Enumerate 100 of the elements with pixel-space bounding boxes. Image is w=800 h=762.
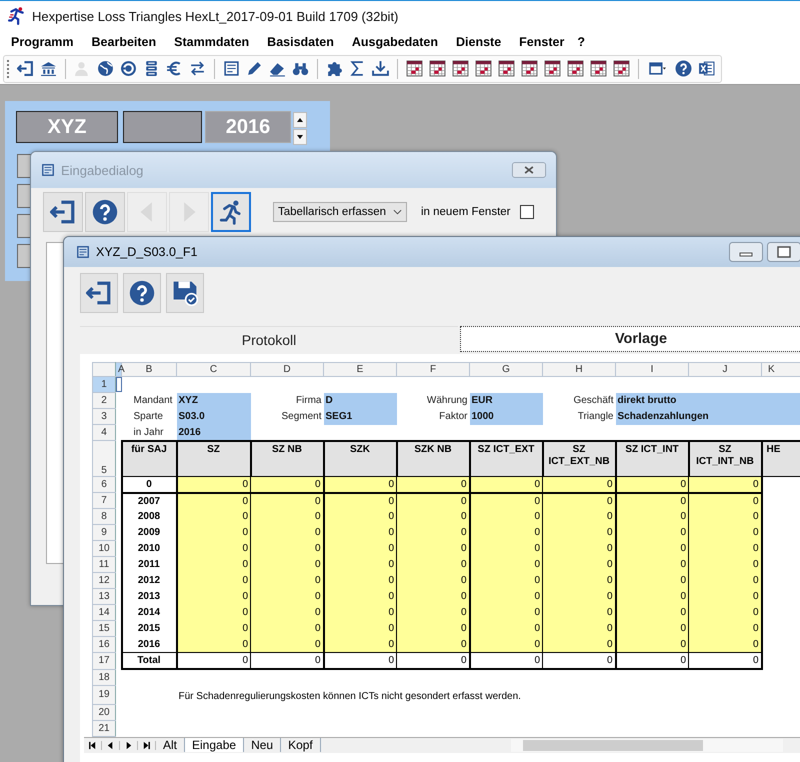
table-cell[interactable]: 0 — [176, 572, 250, 588]
table-cell[interactable]: 0 — [470, 476, 542, 492]
menu-item[interactable]: Fenster — [510, 35, 574, 49]
menu-item[interactable]: Programm — [2, 35, 83, 49]
table-cell[interactable]: 0 — [176, 604, 250, 620]
grid-icon[interactable] — [521, 60, 538, 77]
table-cell[interactable]: 0 — [324, 476, 396, 492]
row-number[interactable]: 7 — [92, 492, 116, 508]
column-header[interactable]: G — [470, 362, 542, 376]
row-number[interactable]: 4 — [92, 424, 116, 440]
sigma-icon[interactable] — [349, 60, 366, 77]
table-cell[interactable]: 0 — [396, 476, 470, 492]
help-icon[interactable] — [675, 60, 692, 77]
close-button[interactable] — [512, 161, 546, 179]
table-cell[interactable]: 0 — [250, 572, 324, 588]
table-cell[interactable]: 0 — [542, 604, 616, 620]
row-number[interactable]: 3 — [92, 408, 116, 424]
table-cell[interactable]: 0 — [616, 620, 688, 636]
puzzle-icon[interactable] — [326, 60, 343, 77]
sheet-tab[interactable]: Neu — [244, 738, 282, 752]
row-number[interactable]: 19 — [92, 685, 116, 704]
table-cell[interactable]: 0 — [616, 508, 688, 524]
exit-button[interactable] — [43, 192, 83, 232]
row-number[interactable]: 10 — [92, 540, 116, 556]
table-cell[interactable]: 0 — [396, 524, 470, 540]
mode-dropdown[interactable]: Tabellarisch erfassen — [273, 202, 407, 222]
maximize-button[interactable] — [767, 242, 800, 262]
table-cell[interactable]: 0 — [688, 572, 762, 588]
table-cell[interactable]: 0 — [688, 604, 762, 620]
table-cell[interactable]: 0 — [470, 508, 542, 524]
table-cell[interactable]: 0 — [542, 508, 616, 524]
table-cell[interactable]: 0 — [542, 588, 616, 604]
row-number[interactable]: 11 — [92, 556, 116, 572]
table-cell[interactable]: 0 — [470, 620, 542, 636]
table-cell[interactable]: 0 — [324, 540, 396, 556]
menu-item[interactable]: Bearbeiten — [82, 35, 166, 49]
row-number[interactable]: 13 — [92, 588, 116, 604]
pencil-icon[interactable] — [246, 60, 263, 77]
table-cell[interactable]: 0 — [250, 508, 324, 524]
table-cell[interactable]: 0 — [688, 524, 762, 540]
table-cell[interactable]: 0 — [396, 508, 470, 524]
table-cell[interactable]: 0 — [176, 524, 250, 540]
table-cell[interactable]: 0 — [616, 572, 688, 588]
table-cell[interactable]: 0 — [176, 540, 250, 556]
table-cell[interactable]: 0 — [396, 620, 470, 636]
table-cell[interactable]: 0 — [542, 620, 616, 636]
grid-icon[interactable] — [429, 60, 446, 77]
column-header[interactable]: F — [396, 362, 470, 376]
table-cell[interactable]: 0 — [616, 652, 688, 669]
column-header[interactable]: J — [688, 362, 762, 376]
row-number[interactable]: 2 — [92, 392, 116, 408]
save-button[interactable] — [166, 273, 204, 313]
spin-up-button[interactable] — [293, 112, 307, 128]
bank-icon[interactable] — [40, 60, 57, 77]
grid-icon[interactable] — [590, 60, 607, 77]
table-cell[interactable]: 0 — [324, 636, 396, 652]
table-cell[interactable]: 0 — [324, 572, 396, 588]
table-cell[interactable]: 0 — [470, 524, 542, 540]
help-button[interactable] — [85, 192, 125, 232]
table-cell[interactable]: 0 — [470, 636, 542, 652]
column-header[interactable]: K — [762, 362, 800, 376]
table-cell[interactable]: 0 — [250, 620, 324, 636]
table-cell[interactable]: 0 — [542, 540, 616, 556]
table-cell[interactable]: 0 — [176, 636, 250, 652]
table-cell[interactable]: 0 — [324, 620, 396, 636]
binoculars-icon[interactable] — [292, 60, 309, 77]
table-cell[interactable]: 0 — [688, 620, 762, 636]
exit-button[interactable] — [80, 273, 118, 313]
row-number[interactable]: 14 — [92, 604, 116, 620]
table-cell[interactable]: 0 — [616, 636, 688, 652]
globe-icon[interactable] — [97, 60, 114, 77]
form-icon[interactable] — [223, 60, 240, 77]
table-cell[interactable]: 0 — [250, 652, 324, 669]
table-cell[interactable]: 0 — [470, 588, 542, 604]
row-number[interactable]: 9 — [92, 524, 116, 540]
table-cell[interactable]: 0 — [470, 556, 542, 572]
row-number[interactable]: 12 — [92, 572, 116, 588]
empty-field[interactable] — [123, 111, 202, 143]
table-cell[interactable]: 0 — [542, 636, 616, 652]
column-header[interactable]: D — [250, 362, 324, 376]
table-cell[interactable]: 0 — [176, 620, 250, 636]
table-cell[interactable]: 0 — [542, 476, 616, 492]
exchange-icon[interactable] — [189, 60, 206, 77]
table-cell[interactable]: 0 — [470, 540, 542, 556]
grid-icon[interactable] — [544, 60, 561, 77]
table-cell[interactable]: 0 — [688, 540, 762, 556]
table-cell[interactable]: 0 — [542, 652, 616, 669]
row-number[interactable]: 15 — [92, 620, 116, 636]
table-cell[interactable]: 0 — [396, 604, 470, 620]
table-cell[interactable]: 0 — [324, 508, 396, 524]
grid-icon[interactable] — [613, 60, 630, 77]
table-cell[interactable]: 0 — [688, 556, 762, 572]
row-number[interactable]: 17 — [92, 652, 116, 669]
menu-item[interactable]: Stammdaten — [165, 35, 258, 49]
table-cell[interactable]: 0 — [616, 540, 688, 556]
table-cell[interactable]: 0 — [542, 556, 616, 572]
table-cell[interactable]: 0 — [470, 572, 542, 588]
column-header[interactable]: I — [616, 362, 688, 376]
table-cell[interactable]: 0 — [688, 476, 762, 492]
minimize-button[interactable] — [729, 242, 763, 262]
